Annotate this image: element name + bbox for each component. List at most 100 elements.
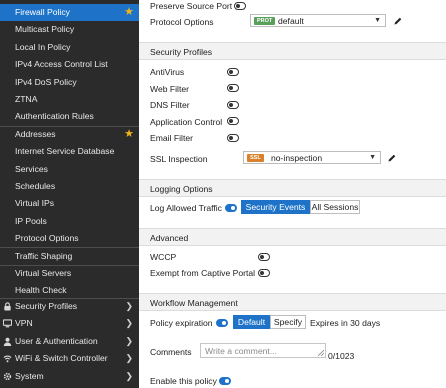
lock-icon <box>4 302 11 311</box>
sidebar-item-ipv4-access-control-list[interactable]: IPv4 Access Control List <box>0 56 139 73</box>
workflow-management-header: Workflow Management <box>139 293 446 311</box>
sidebar-category-label: VPN <box>15 318 33 329</box>
chevron-down-icon: ▼ <box>374 17 381 24</box>
comments-label: Comments <box>150 347 192 357</box>
dns-filter-toggle[interactable] <box>227 100 239 109</box>
chevron-right-icon: ❯ <box>125 370 133 381</box>
sidebar-item-virtual-servers[interactable]: Virtual Servers <box>0 265 139 282</box>
sidebar-item-ztna[interactable]: ZTNA <box>0 91 139 108</box>
comments-textarea[interactable]: Write a comment... <box>200 343 326 358</box>
logging-options-header: Logging Options <box>139 179 446 197</box>
expires-text: Expires in 30 days <box>310 318 381 328</box>
protocol-options-value: default <box>278 16 304 26</box>
sidebar-item-label: Schedules <box>15 181 56 191</box>
star-icon[interactable]: ★ <box>124 4 134 21</box>
sidebar-item-traffic-shaping[interactable]: Traffic Shaping <box>0 248 139 265</box>
sidebar-category-label: System <box>15 370 44 381</box>
antivirus-label: AntiVirus <box>150 67 185 77</box>
policy-form: Preserve Source Port Protocol Options PR… <box>139 0 446 388</box>
sidebar-item-local-in-policy[interactable]: Local In Policy <box>0 39 139 56</box>
sidebar-item-label: Services <box>15 163 48 174</box>
comments-placeholder: Write a comment... <box>205 346 277 356</box>
exempt-captive-portal-label: Exempt from Captive Portal <box>150 268 256 278</box>
sidebar-category-user-authentication[interactable]: User & Authentication ❯ <box>0 333 139 350</box>
application-control-label: Application Control <box>150 116 223 127</box>
wccp-toggle[interactable] <box>258 252 270 261</box>
sidebar-item-label: Traffic Shaping <box>15 250 73 261</box>
edit-icon[interactable] <box>387 153 397 163</box>
sidebar-item-label: IPv4 DoS Policy <box>15 76 77 87</box>
sidebar-item-services[interactable]: Services <box>0 161 139 178</box>
sidebar-item-multicast-policy[interactable]: Multicast Policy <box>0 21 139 38</box>
preserve-source-port-label: Preserve Source Port <box>150 1 233 11</box>
sidebar-item-label: IPv4 Access Control List <box>15 59 108 70</box>
application-control-toggle[interactable] <box>227 117 239 125</box>
prot-badge: PROT <box>254 17 276 25</box>
sidebar-category-label: Security Profiles <box>15 301 78 311</box>
sidebar-category-security-profiles[interactable]: Security Profiles ❯ <box>0 298 139 315</box>
sidebar-item-label: Addresses <box>15 128 56 139</box>
sidebar-item-label: Firewall Policy <box>15 7 70 17</box>
sidebar-item-schedules[interactable]: Schedules <box>0 178 139 195</box>
sidebar-item-label: Health Check <box>15 285 67 296</box>
section-title: Workflow Management <box>150 298 238 308</box>
log-allowed-traffic-label: Log Allowed Traffic <box>150 203 222 213</box>
preserve-source-port-toggle[interactable] <box>234 1 246 10</box>
web-filter-toggle[interactable] <box>227 84 239 92</box>
wifi-icon <box>3 355 12 363</box>
sidebar-item-ip-pools[interactable]: IP Pools <box>0 213 139 230</box>
sidebar-item-label: Multicast Policy <box>15 24 75 35</box>
ssl-inspection-select[interactable]: SSL no-inspection ▼ <box>243 151 381 164</box>
exempt-captive-portal-toggle[interactable] <box>258 268 270 277</box>
expiration-default-button[interactable]: Default <box>233 315 270 329</box>
sidebar-item-label: ZTNA <box>15 94 38 104</box>
ssl-badge: SSL <box>247 154 264 162</box>
ssl-inspection-value: no-inspection <box>271 153 323 163</box>
dns-filter-label: DNS Filter <box>150 100 190 110</box>
sidebar-item-label: Virtual Servers <box>15 268 72 278</box>
sidebar-item-firewall-policy[interactable]: Firewall Policy ★ <box>0 4 139 22</box>
sidebar-item-virtual-ips[interactable]: Virtual IPs <box>0 195 139 212</box>
email-filter-toggle[interactable] <box>227 133 239 142</box>
section-title: Security Profiles <box>150 47 213 57</box>
protocol-options-select[interactable]: PROT default ▼ <box>250 14 386 27</box>
sidebar-item-authentication-rules[interactable]: Authentication Rules <box>0 108 139 125</box>
sidebar-item-protocol-options[interactable]: Protocol Options <box>0 230 139 247</box>
chevron-right-icon: ❯ <box>125 318 133 329</box>
sidebar-item-addresses[interactable]: Addresses ★ <box>0 126 139 143</box>
security-profiles-header: Security Profiles <box>139 42 446 60</box>
comments-count: 0/1023 <box>328 351 355 361</box>
expiration-specify-button[interactable]: Specify <box>270 315 306 329</box>
log-security-events-button[interactable]: Security Events <box>241 200 310 214</box>
web-filter-label: Web Filter <box>150 83 189 94</box>
chevron-right-icon: ❯ <box>125 301 133 311</box>
policy-expiration-toggle[interactable] <box>216 318 228 327</box>
sidebar-item-label: IP Pools <box>15 215 47 226</box>
resize-handle-icon[interactable] <box>318 350 324 356</box>
log-all-sessions-button[interactable]: All Sessions <box>310 200 360 214</box>
sidebar-category-vpn[interactable]: VPN ❯ <box>0 315 139 332</box>
sidebar-item-internet-service-database[interactable]: Internet Service Database <box>0 143 139 160</box>
chevron-right-icon: ❯ <box>125 335 133 346</box>
section-title: Advanced <box>150 233 189 243</box>
antivirus-toggle[interactable] <box>227 67 239 76</box>
sidebar-item-label: Virtual IPs <box>15 198 55 209</box>
chevron-down-icon: ▼ <box>369 154 376 161</box>
sidebar-item-label: Local In Policy <box>15 41 71 52</box>
sidebar-item-ipv4-dos-policy[interactable]: IPv4 DoS Policy <box>0 74 139 91</box>
edit-icon[interactable] <box>393 16 403 26</box>
sidebar-category-label: User & Authentication <box>15 335 98 346</box>
sidebar-category-system[interactable]: System ❯ <box>0 368 139 385</box>
sidebar-category-wifi-switch-controller[interactable]: WiFi & Switch Controller ❯ <box>0 350 139 367</box>
log-allowed-traffic-toggle[interactable] <box>225 203 237 212</box>
ssl-inspection-label: SSL Inspection <box>150 154 208 164</box>
enable-policy-toggle[interactable] <box>219 376 231 385</box>
user-icon <box>3 337 12 346</box>
sidebar-item-label: Authentication Rules <box>15 111 94 122</box>
section-title: Logging Options <box>150 184 213 194</box>
advanced-header: Advanced <box>139 228 446 246</box>
monitor-icon <box>3 319 12 328</box>
star-icon[interactable]: ★ <box>124 126 134 143</box>
chevron-right-icon: ❯ <box>125 353 133 364</box>
enable-policy-label: Enable this policy <box>150 376 217 386</box>
